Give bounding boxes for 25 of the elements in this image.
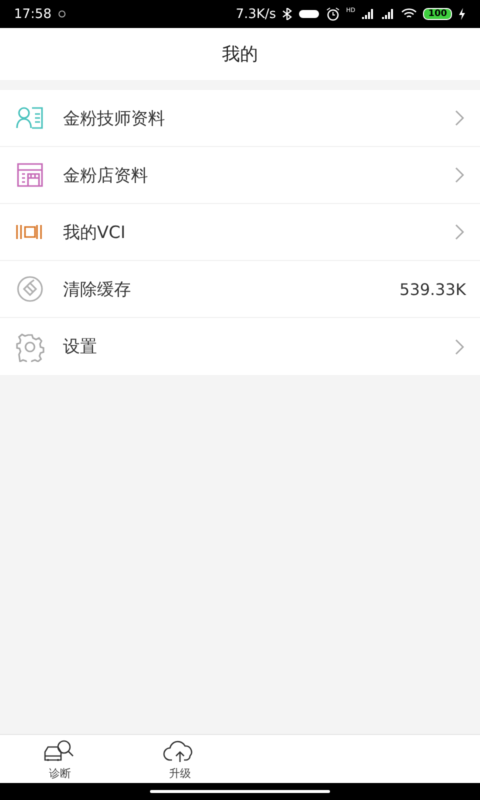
tab-bar-item[interactable]: 诊断	[0, 735, 120, 783]
menu-item[interactable]: 金粉店资料	[0, 147, 480, 204]
signal-icon	[381, 8, 396, 20]
tab-bar-item[interactable]: 升级	[120, 735, 240, 783]
cache-size: 539.33K	[400, 280, 466, 298]
menu-item[interactable]: 我的VCI	[0, 204, 480, 261]
charging-icon	[458, 8, 466, 20]
status-dot-icon	[57, 9, 68, 19]
menu-item[interactable]: 金粉技师资料	[0, 90, 480, 147]
toggle-icon	[298, 8, 320, 20]
wifi-icon	[401, 8, 418, 20]
page-title: 我的	[222, 43, 258, 66]
signal-icon	[361, 8, 376, 20]
chevron-right-icon	[454, 109, 466, 127]
menu-item[interactable]: 设置	[0, 318, 480, 375]
status-time: 17:58	[14, 6, 52, 22]
bluetooth-icon	[282, 8, 292, 20]
network-speed: 7.3K/s	[236, 6, 276, 22]
chevron-right-icon	[454, 338, 466, 356]
alarm-icon	[326, 7, 340, 21]
battery-level: 100	[423, 8, 452, 20]
home-indicator[interactable]	[150, 790, 330, 793]
menu-item[interactable]: 清除缓存 539.33K	[0, 261, 480, 318]
chevron-right-icon	[454, 166, 466, 184]
chevron-right-icon	[454, 223, 466, 241]
